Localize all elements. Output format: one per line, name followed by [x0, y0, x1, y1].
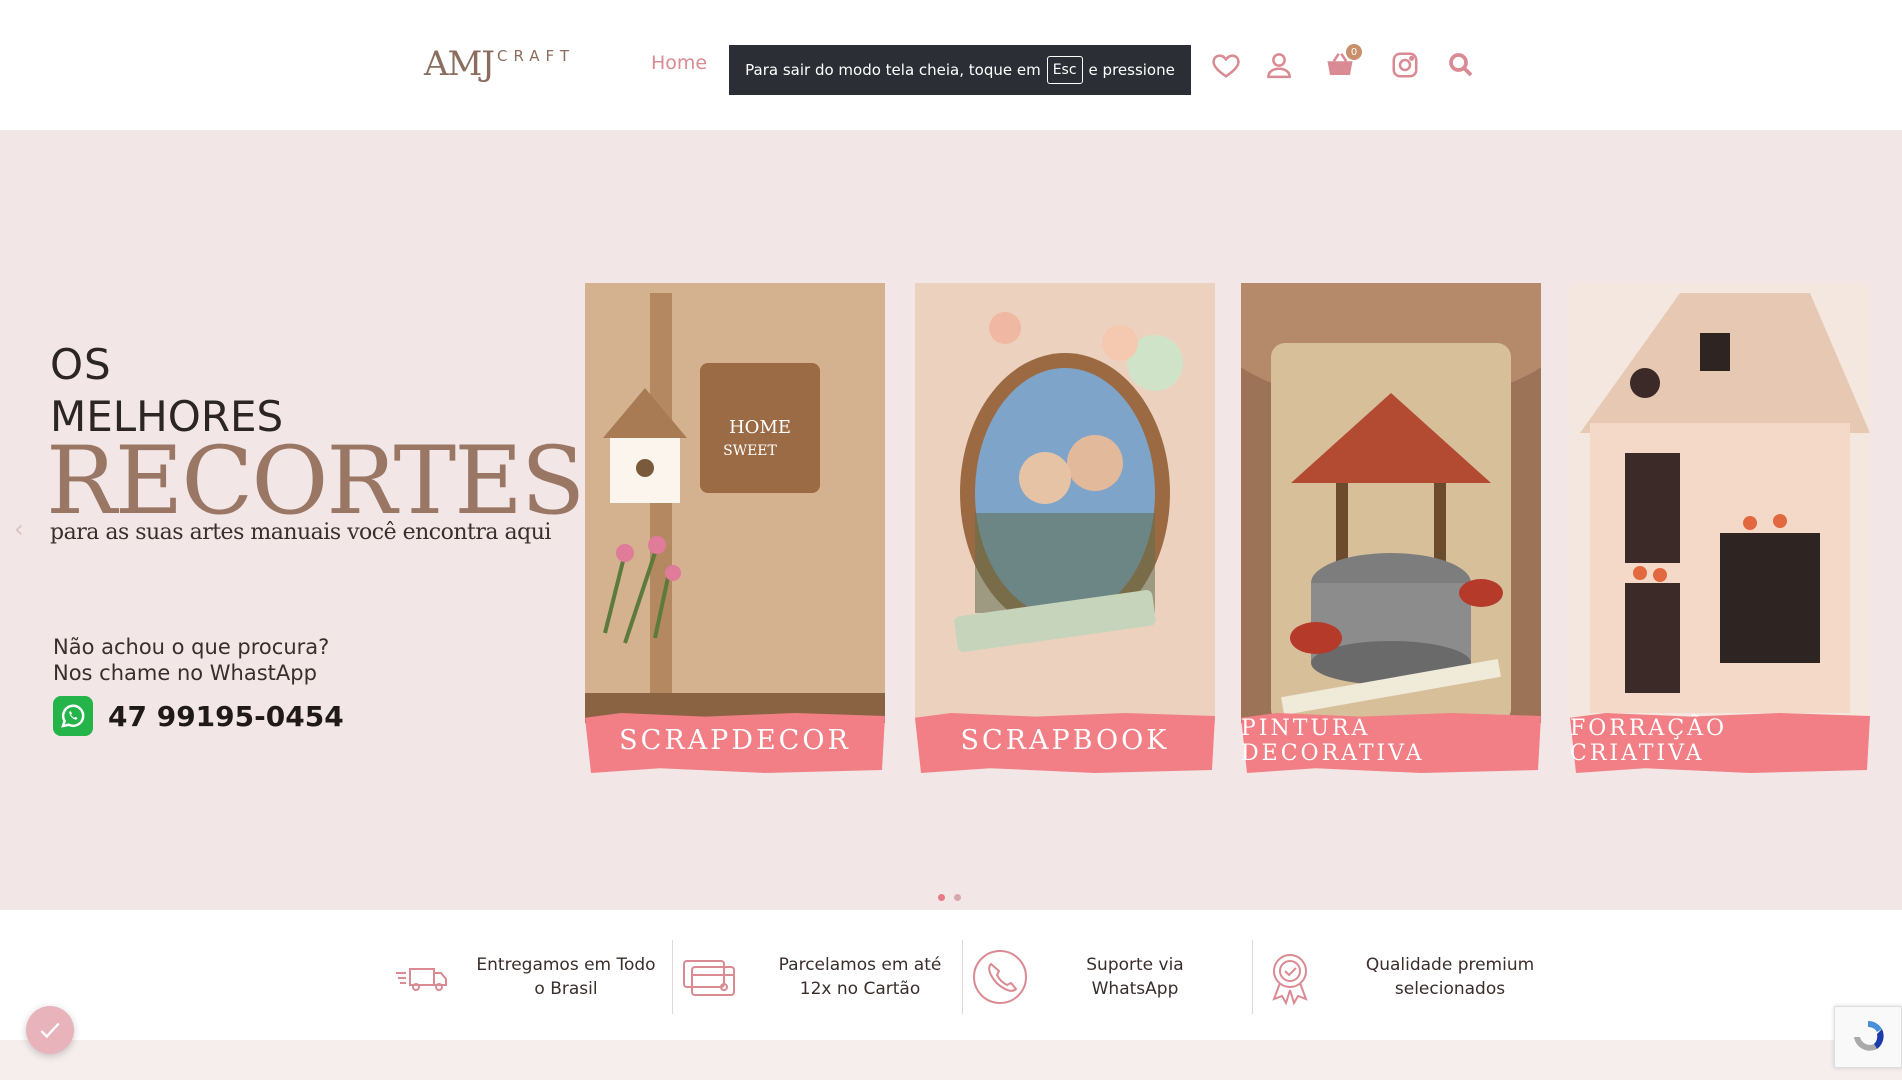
hero-subtitle: para as suas artes manuais você encontra… — [50, 520, 551, 545]
heart-icon — [1212, 54, 1240, 78]
wishlist-button[interactable] — [1211, 50, 1241, 80]
recaptcha-icon — [1854, 1020, 1884, 1051]
fullscreen-notice-text-after: e pressione — [1088, 61, 1175, 79]
badge-icon — [1260, 947, 1320, 1007]
scrapbook-image — [915, 283, 1215, 723]
hero-heading-line3: RECORTES — [46, 427, 585, 536]
search-icon — [1449, 53, 1473, 77]
search-button[interactable] — [1446, 50, 1476, 80]
feature-divider — [962, 940, 963, 1014]
fullscreen-notice-text: Para sair do modo tela cheia, toque em — [745, 61, 1041, 79]
feature-installments-line2: 12x no Cartão — [799, 979, 921, 999]
cart-count-badge: 0 — [1346, 44, 1362, 60]
category-label: PINTURA DECORATIVA — [1241, 715, 1425, 766]
feature-shipping: Entregamos em Todo o Brasil — [392, 940, 656, 1014]
credit-card-icon — [680, 947, 740, 1007]
feature-quality-line1: Qualidade premium — [1365, 955, 1535, 975]
pintura-decorativa-image — [1241, 283, 1541, 723]
contact-question-line1: Não achou o que procura? — [53, 635, 330, 659]
footer-wave — [0, 1040, 1902, 1080]
nav-home-link[interactable]: Home — [651, 52, 707, 74]
recaptcha-badge[interactable] — [1834, 1006, 1902, 1068]
category-label: SCRAPDECOR — [619, 725, 851, 756]
fullscreen-notice: Para sair do modo tela cheia, toque em E… — [729, 45, 1191, 95]
features-bar — [0, 910, 1902, 1040]
whatsapp-phone-number[interactable]: 47 99195-0454 — [108, 700, 344, 733]
contact-question-line2: Nos chame no WhastApp — [53, 661, 317, 685]
feature-shipping-line1: Entregamos em Todo — [476, 955, 656, 975]
feature-quality: Qualidade premium selecionados — [1260, 940, 1540, 1014]
feature-installments-line1: Parcelamos em até — [778, 955, 942, 975]
category-label: FORRAÇÃO CRIATIVA — [1570, 715, 1728, 766]
feature-divider — [1252, 940, 1253, 1014]
instagram-icon — [1392, 52, 1418, 78]
slider-prev-arrow[interactable]: ‹ — [14, 515, 24, 543]
hero-slider: ‹ OS MELHORES RECORTES para as suas arte… — [0, 130, 1902, 910]
category-card-pintura-decorativa[interactable]: PINTURA DECORATIVA — [1241, 283, 1541, 773]
logo-sub-text: CRAFT — [497, 47, 576, 65]
slider-dot-1[interactable] — [938, 894, 945, 901]
category-label: SCRAPBOOK — [960, 725, 1170, 756]
svg-text:HOME: HOME — [729, 417, 791, 438]
feature-installments: Parcelamos em até 12x no Cartão — [680, 940, 950, 1014]
accessibility-icon — [40, 1022, 60, 1039]
category-card-forracao-criativa[interactable]: FORRAÇÃO CRIATIVA — [1570, 283, 1870, 773]
feature-support-line1: Suporte via WhatsApp — [1086, 955, 1184, 999]
forracao-criativa-image — [1570, 283, 1870, 723]
feature-divider — [672, 940, 673, 1014]
slider-pagination — [938, 894, 961, 901]
feature-shipping-line2: o Brasil — [534, 979, 598, 999]
category-card-scrapbook[interactable]: SCRAPBOOK — [915, 283, 1215, 773]
svg-text:SWEET: SWEET — [723, 443, 777, 459]
category-card-scrapdecor[interactable]: HOME SWEET SCRAPDECOR — [585, 283, 885, 773]
slider-dot-2[interactable] — [954, 894, 961, 901]
logo-main-text: AMJ — [424, 44, 495, 84]
feature-support: Suporte via WhatsApp — [970, 940, 1226, 1014]
accessibility-button[interactable] — [26, 1006, 74, 1054]
instagram-link[interactable] — [1390, 50, 1420, 80]
esc-key: Esc — [1046, 56, 1083, 84]
hero-heading-line1: OS — [50, 340, 112, 389]
truck-icon — [392, 947, 452, 1007]
site-header: AMJ CRAFT Home Para sair do modo tela ch… — [0, 0, 1902, 130]
scrapdecor-image: HOME SWEET — [585, 283, 885, 723]
contact-question: Não achou o que procura? Nos chame no Wh… — [53, 634, 329, 686]
user-icon — [1267, 53, 1291, 79]
whatsapp-icon[interactable] — [53, 696, 93, 736]
feature-quality-line2: selecionados — [1394, 979, 1506, 999]
brand-logo[interactable]: AMJ CRAFT — [424, 44, 575, 90]
account-button[interactable] — [1264, 50, 1294, 80]
phone-icon — [970, 947, 1030, 1007]
